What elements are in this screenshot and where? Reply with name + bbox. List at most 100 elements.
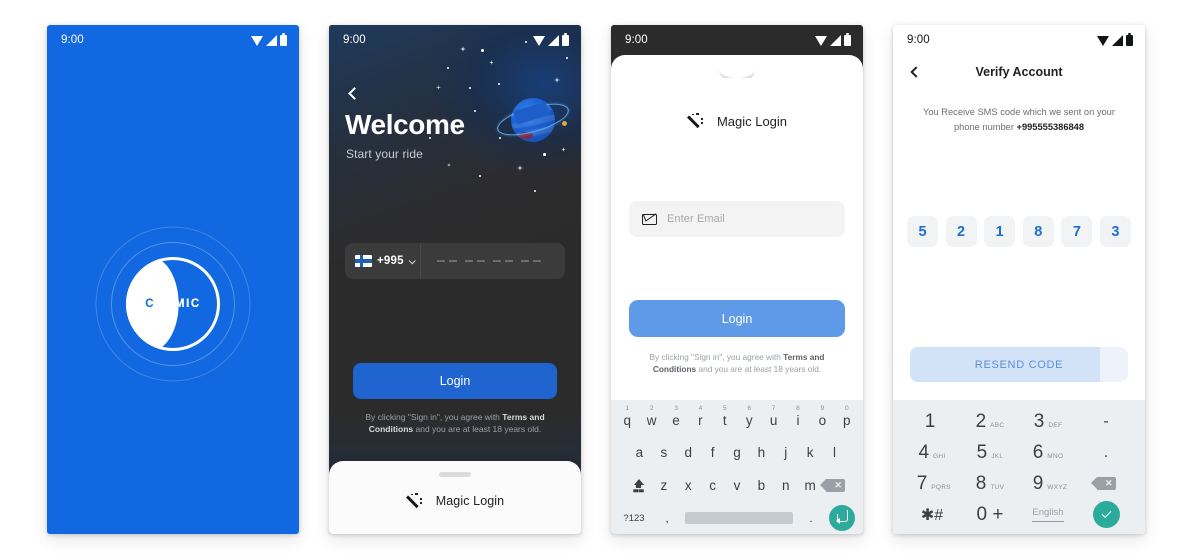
terms-line-1: By clicking "Sign in", you agree with <box>649 352 781 362</box>
key-m[interactable]: m <box>798 478 822 493</box>
key-d[interactable]: d <box>676 445 700 460</box>
key-x[interactable]: x <box>676 478 700 493</box>
keypad-row-3: 7 PQRS 8 TUV 9 WXYZ ✕ <box>903 468 1135 499</box>
key-w[interactable]: 2w <box>639 405 663 428</box>
keypad-row-1: 1 2 ABC 3 DEF - <box>903 406 1135 437</box>
back-button[interactable] <box>344 83 364 103</box>
sheet-grab-handle[interactable] <box>439 472 471 477</box>
terms-text: By clicking "Sign in", you agree with Te… <box>635 351 839 376</box>
key-s[interactable]: s <box>652 445 676 460</box>
key-dash[interactable]: - <box>1077 413 1135 431</box>
period-key[interactable]: . <box>801 511 821 525</box>
key-3[interactable]: 3 DEF <box>1019 412 1077 431</box>
finland-flag-icon <box>355 255 372 267</box>
enter-key[interactable] <box>829 505 855 531</box>
terms-line-1: By clicking "Sign in", you agree with <box>365 412 500 422</box>
key-r[interactable]: 4r <box>688 405 712 428</box>
magic-login-sheet[interactable]: Magic Login <box>329 461 581 534</box>
wifi-icon <box>533 36 545 46</box>
key-8[interactable]: 8 TUV <box>961 474 1019 493</box>
sheet-grab-handle[interactable] <box>719 67 755 78</box>
phone-screen-splash: 9:00 COSMIC <box>47 25 299 534</box>
key-i[interactable]: 8i <box>786 405 810 428</box>
check-icon <box>1092 501 1120 528</box>
backspace-key[interactable]: ✕ <box>819 479 848 492</box>
key-1[interactable]: 1 <box>903 412 961 431</box>
key-h[interactable]: h <box>749 445 773 460</box>
key-l[interactable]: l <box>822 445 846 460</box>
login-button[interactable]: Login <box>629 300 845 337</box>
key-b[interactable]: b <box>749 478 773 493</box>
key-9[interactable]: 9 WXYZ <box>1019 474 1077 493</box>
key-o[interactable]: 9o <box>810 405 834 428</box>
battery-icon <box>1126 32 1133 46</box>
resend-code-button[interactable]: RESEND CODE <box>910 347 1128 382</box>
key-v[interactable]: v <box>725 478 749 493</box>
country-code-selector[interactable]: +995 <box>345 243 421 279</box>
key-n[interactable]: n <box>774 478 798 493</box>
key-j[interactable]: j <box>774 445 798 460</box>
otp-digit-2[interactable]: 2 <box>945 216 977 247</box>
otp-digit-4[interactable]: 8 <box>1022 216 1054 247</box>
keyboard-row-3: z x c v b n m ✕ <box>611 469 863 502</box>
magic-login-panel: Magic Login Enter Email Login By clickin… <box>611 55 863 400</box>
status-icons <box>1097 32 1133 46</box>
otp-digit-1[interactable]: 5 <box>907 216 938 247</box>
key-c[interactable]: c <box>700 478 724 493</box>
brand-logo: COSMIC <box>93 224 253 384</box>
page-header: Verify Account <box>893 61 1145 83</box>
key-7[interactable]: 7 PQRS <box>903 474 961 493</box>
backspace-key[interactable]: ✕ <box>1077 477 1135 490</box>
email-field[interactable]: Enter Email <box>629 201 845 237</box>
key-q[interactable]: 1q <box>615 405 639 428</box>
otp-digit-6[interactable]: 3 <box>1099 216 1131 247</box>
symbols-key[interactable]: ?123 <box>619 513 649 524</box>
comma-key[interactable]: , <box>657 511 677 525</box>
language-key[interactable]: English <box>1019 507 1077 522</box>
key-g[interactable]: g <box>725 445 749 460</box>
panel-title-row: Magic Login <box>611 112 863 130</box>
key-z[interactable]: z <box>652 478 676 493</box>
login-button[interactable]: Login <box>353 363 557 399</box>
key-6[interactable]: 6 MNO <box>1019 443 1077 462</box>
panel-title: Magic Login <box>716 113 788 129</box>
chevron-down-icon <box>408 256 416 264</box>
key-u[interactable]: 7u <box>761 405 785 428</box>
magic-login-action[interactable]: Magic Login <box>329 492 581 510</box>
battery-icon <box>844 32 851 46</box>
resend-code-label: RESEND CODE <box>974 358 1064 371</box>
backspace-icon: ✕ <box>819 479 845 492</box>
key-star-hash[interactable]: ✱# <box>903 505 961 525</box>
key-4[interactable]: 4 GHI <box>903 443 961 462</box>
key-e[interactable]: 3e <box>664 405 688 428</box>
page-title: Verify Account <box>975 65 1063 79</box>
space-key[interactable] <box>685 512 793 524</box>
numeric-keypad: 1 2 ABC 3 DEF - 4 GHI 5 JKL 6 MNO . 7 PQRS 8 TU… <box>893 400 1145 534</box>
key-a[interactable]: a <box>627 445 651 460</box>
screens-board: 9:00 COSMIC 9:00 Welcome Start your ride… <box>0 0 1192 559</box>
key-t[interactable]: 5t <box>713 405 737 428</box>
status-bar: 9:00 <box>329 25 581 55</box>
otp-digit-5[interactable]: 7 <box>1061 216 1093 247</box>
status-time: 9:00 <box>61 34 84 46</box>
magic-wand-icon <box>686 112 705 130</box>
otp-input-row: 5 2 1 8 7 3 <box>907 216 1131 247</box>
page-title: Welcome <box>345 109 465 140</box>
key-y[interactable]: 6y <box>737 405 761 428</box>
key-2[interactable]: 2 ABC <box>961 412 1019 431</box>
back-chevron-icon <box>347 86 361 100</box>
confirm-key[interactable] <box>1077 501 1135 528</box>
otp-digit-3[interactable]: 1 <box>984 216 1016 247</box>
space-background <box>329 25 581 260</box>
signal-icon <box>1112 35 1123 46</box>
key-p[interactable]: 0p <box>835 405 859 428</box>
key-period[interactable]: . <box>1077 444 1135 462</box>
shift-key[interactable] <box>626 479 652 492</box>
key-k[interactable]: k <box>798 445 822 460</box>
phone-screen-welcome: 9:00 Welcome Start your ride +995 Login … <box>329 25 581 534</box>
phone-number-input[interactable] <box>421 260 565 262</box>
key-zero-plus[interactable]: 0 + <box>961 505 1019 524</box>
key-5[interactable]: 5 JKL <box>961 443 1019 462</box>
key-f[interactable]: f <box>700 445 724 460</box>
status-time: 9:00 <box>343 34 366 46</box>
